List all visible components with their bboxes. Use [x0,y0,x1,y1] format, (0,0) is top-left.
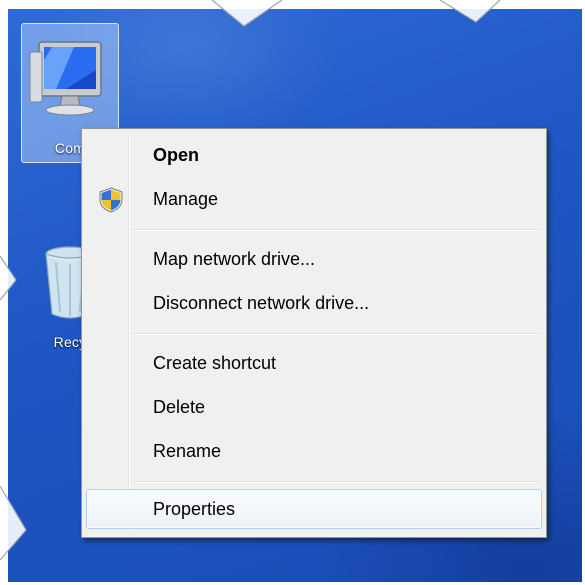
menu-item-rename[interactable]: Rename [86,431,542,471]
menu-item-label: Manage [153,189,219,209]
menu-item-label: Disconnect network drive... [153,293,370,313]
menu-item-label: Rename [153,441,222,461]
menu-item-open[interactable]: Open [86,135,542,175]
menu-item-manage[interactable]: Manage [86,179,542,219]
screenshot-frame: Com Recy Open Manage Map network drive..… [0,0,585,585]
menu-item-map-network-drive[interactable]: Map network drive... [86,239,542,279]
uac-shield-icon [99,187,123,213]
menu-separator [132,481,540,483]
computer-icon [29,41,102,116]
context-menu: Open Manage Map network drive... Disconn… [81,128,547,538]
menu-separator [132,333,540,335]
menu-item-delete[interactable]: Delete [86,387,542,427]
menu-item-label: Map network drive... [153,249,316,269]
menu-item-create-shortcut[interactable]: Create shortcut [86,343,542,383]
menu-item-label: Properties [153,499,236,519]
menu-item-disconnect-network-drive[interactable]: Disconnect network drive... [86,283,542,323]
menu-item-label: Open [153,145,200,165]
menu-separator [132,229,540,231]
menu-item-label: Create shortcut [153,353,277,373]
menu-item-label: Delete [153,397,206,417]
menu-item-properties[interactable]: Properties [86,489,542,529]
